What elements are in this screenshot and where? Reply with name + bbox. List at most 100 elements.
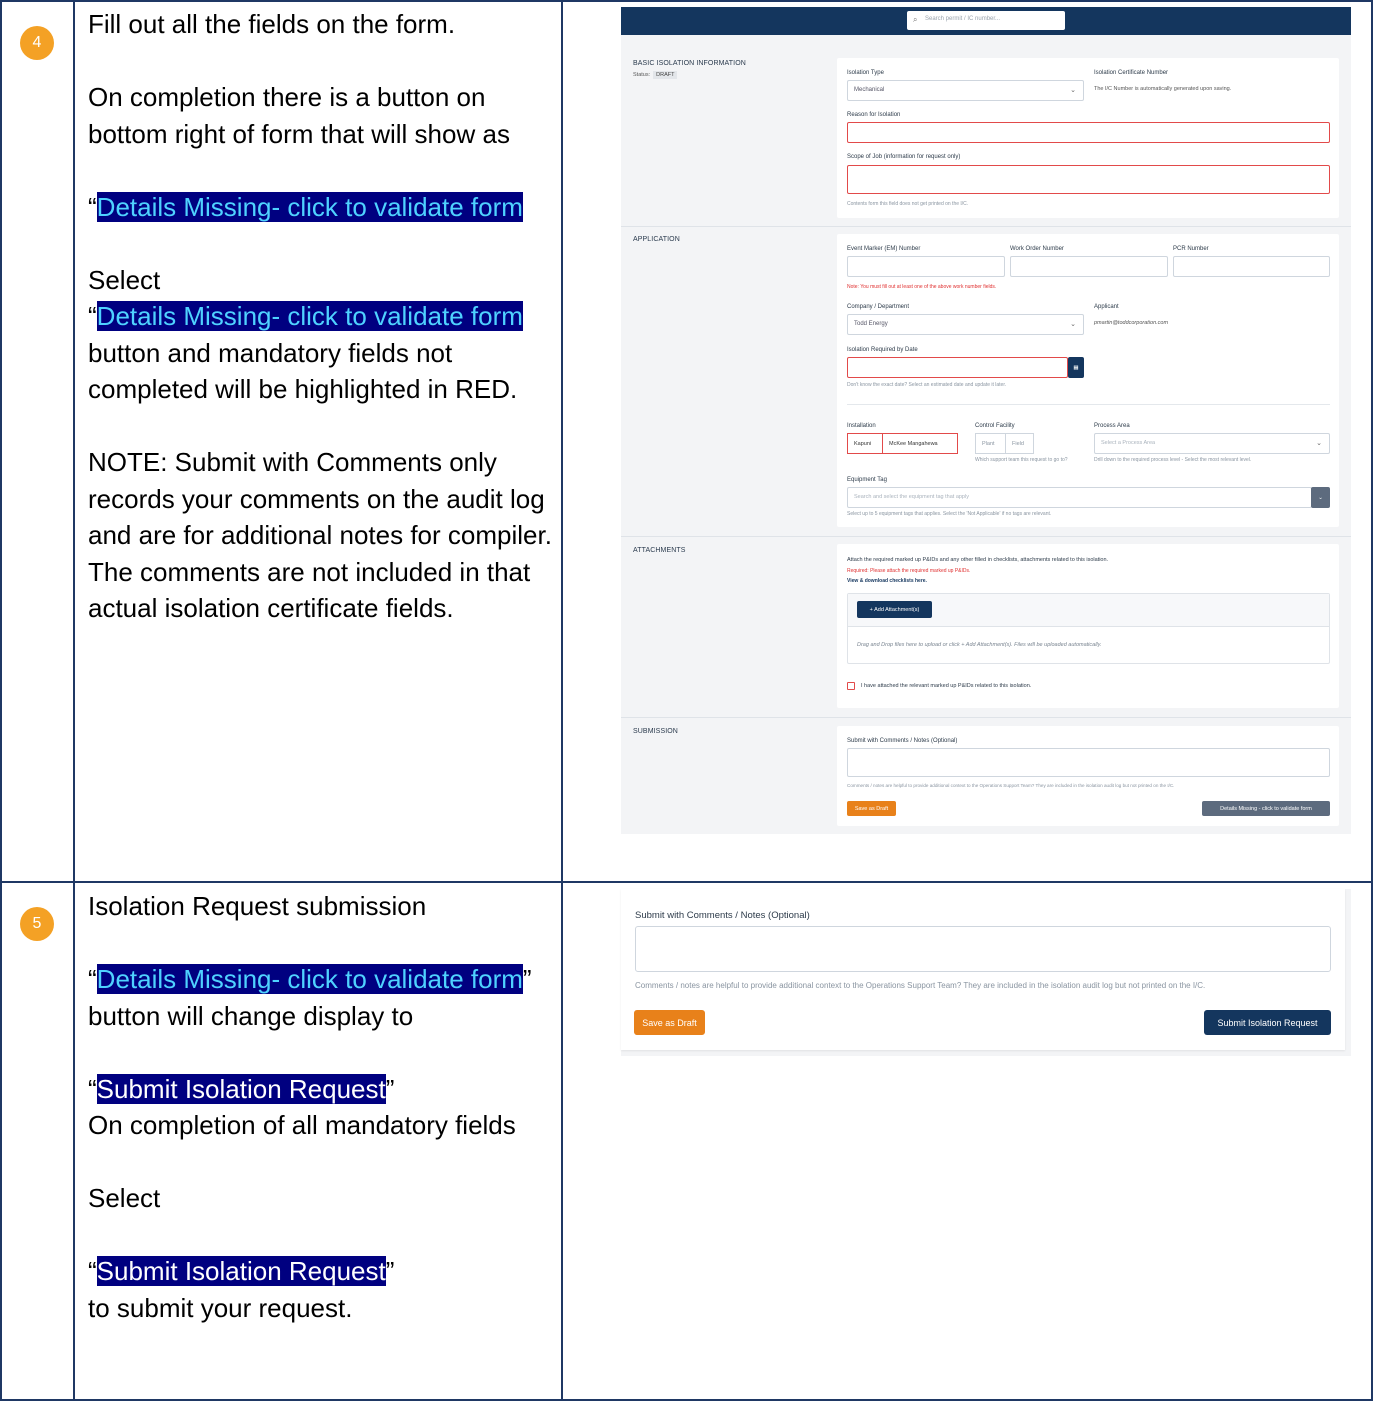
quote-mark: “ xyxy=(88,301,97,331)
equipment-tag-label: Equipment Tag xyxy=(847,477,887,483)
section-divider xyxy=(621,536,1351,537)
company-select[interactable]: Todd Energy ⌄ xyxy=(847,314,1084,335)
control-facility-label: Control Facility xyxy=(975,423,1015,429)
dropzone-hint: Drag and Drop files here to upload or cl… xyxy=(857,642,1102,648)
comments-hint: Comments / notes are helpful to provide … xyxy=(847,783,1175,788)
save-draft-button[interactable]: Save as Draft xyxy=(847,801,896,816)
highlight-paragraph: “Details Missing- click to validate form xyxy=(88,189,558,226)
isolation-type-select[interactable]: Mechanical ⌄ xyxy=(847,80,1084,101)
application-card: Event Marker (EM) Number Work Order Numb… xyxy=(837,234,1339,527)
installation-option-mckee[interactable]: McKee Mangahewa xyxy=(882,433,958,454)
ic-number-label: Isolation Certificate Number xyxy=(1094,70,1169,76)
permit-search-input[interactable]: ⌕ Search permit / IC number... xyxy=(907,11,1065,30)
attachment-confirm-label: I have attached the relevant marked up P… xyxy=(861,683,1032,689)
section-divider xyxy=(621,717,1351,718)
instruction-text: Isolation Request submission xyxy=(88,891,427,921)
attachment-dropzone[interactable]: + Add Attachment(s) Drag and Drop files … xyxy=(847,593,1330,664)
required-date-input[interactable] xyxy=(847,357,1068,378)
control-facility-hint: Which support team this request to go to… xyxy=(975,457,1068,463)
search-icon: ⌕ xyxy=(913,15,918,24)
submission-card: Submit with Comments / Notes (Optional) … xyxy=(621,889,1345,1050)
isolation-form-screenshot: ⌕ Search permit / IC number... BASIC ISO… xyxy=(621,7,1351,834)
instruction-text: button and mandatory fields not complete… xyxy=(88,337,518,405)
process-area-hint: Drill down to the required process level… xyxy=(1094,457,1252,463)
quote-mark: ” xyxy=(522,964,532,994)
work-number-note: Note: You must fill out at least one of … xyxy=(847,284,997,290)
save-draft-button[interactable]: Save as Draft xyxy=(634,1010,705,1035)
quote-mark: “ xyxy=(88,1073,97,1104)
instruction-text: button will change display to xyxy=(88,1000,414,1031)
attachments-card: Attach the required marked up P&IDs and … xyxy=(837,544,1339,708)
installation-option-kapuni[interactable]: Kapuni xyxy=(847,433,883,454)
work-order-input[interactable] xyxy=(1010,256,1168,277)
table-border-col1 xyxy=(73,0,75,1401)
comments-input[interactable] xyxy=(847,748,1330,777)
chevron-down-icon[interactable]: ⌄ xyxy=(1311,487,1330,508)
highlighted-button-text: Submit Isolation Request xyxy=(96,1073,386,1104)
quote-mark: ” xyxy=(385,1256,395,1286)
submission-card: Submit with Comments / Notes (Optional) … xyxy=(837,726,1339,826)
process-area-select[interactable]: Select a Process Area ⌄ xyxy=(1094,433,1330,454)
pcr-number-input[interactable] xyxy=(1173,256,1330,277)
date-hint: Don't know the exact date? Select an est… xyxy=(847,382,1007,388)
comments-label: Submit with Comments / Notes (Optional) xyxy=(635,910,810,921)
quote-mark: “ xyxy=(88,191,97,222)
chevron-down-icon: ⌄ xyxy=(1316,440,1322,447)
process-area-placeholder: Select a Process Area xyxy=(1101,440,1156,446)
note-text: NOTE: Submit with Comments only records … xyxy=(88,447,552,550)
section-title-attachments: ATTACHMENTS xyxy=(633,547,686,554)
basic-info-card: Isolation Type Mechanical ⌄ Isolation Ce… xyxy=(837,58,1339,218)
equipment-tag-input[interactable]: Search and select the equipment tag that… xyxy=(847,487,1312,508)
comments-input[interactable] xyxy=(635,926,1331,972)
instruction-text: to submit your request. xyxy=(88,1292,353,1323)
reason-input[interactable] xyxy=(847,122,1330,143)
highlighted-button-text: Details Missing- click to validate form xyxy=(96,964,523,994)
control-option-plant[interactable]: Plant xyxy=(975,433,1006,454)
company-value: Todd Energy xyxy=(854,321,888,327)
instruction-text: On completion there is a button on botto… xyxy=(88,82,510,149)
control-option-field[interactable]: Field xyxy=(1005,433,1034,454)
details-missing-button[interactable]: Details Missing - click to validate form xyxy=(1202,801,1330,816)
submit-isolation-request-button[interactable]: Submit Isolation Request xyxy=(1204,1010,1331,1035)
highlighted-button-text: Details Missing- click to validate form xyxy=(96,191,523,222)
highlighted-button-text: Submit Isolation Request xyxy=(96,1256,386,1286)
calendar-icon[interactable]: ▦ xyxy=(1068,357,1084,378)
process-area-label: Process Area xyxy=(1094,423,1130,429)
comments-label: Submit with Comments / Notes (Optional) xyxy=(847,738,958,744)
comments-hint: Comments / notes are helpful to provide … xyxy=(635,981,1206,990)
add-attachment-button[interactable]: + Add Attachment(s) xyxy=(857,601,932,618)
section-divider xyxy=(621,226,1351,227)
attachments-intro: Attach the required marked up P&IDs and … xyxy=(847,557,1109,563)
em-number-input[interactable] xyxy=(847,256,1005,277)
em-number-label: Event Marker (EM) Number xyxy=(847,246,921,252)
step-4-instructions: Fill out all the fields on the form. On … xyxy=(88,6,558,627)
instruction-text: Fill out all the fields on the form. xyxy=(88,9,456,39)
reason-label: Reason for Isolation xyxy=(847,112,901,118)
search-placeholder: Search permit / IC number... xyxy=(925,16,1001,22)
section-title-basic: BASIC ISOLATION INFORMATION xyxy=(633,60,746,67)
status-row: Status: DRAFT xyxy=(633,71,678,79)
step-number-badge: 4 xyxy=(20,26,54,60)
option-label: Field xyxy=(1012,440,1024,447)
checklists-link[interactable]: View & download checklists here. xyxy=(847,578,927,584)
table-border-col2 xyxy=(561,0,563,1401)
instruction-text: On completion of all mandatory fields xyxy=(88,1110,516,1140)
table-border-middle xyxy=(0,881,1373,883)
scope-input[interactable] xyxy=(847,165,1330,194)
step-5-instructions: Isolation Request submission “Details Mi… xyxy=(88,888,558,1326)
highlighted-button-text: Details Missing- click to validate form xyxy=(96,301,523,331)
attachments-required-note: Required: Please attach the required mar… xyxy=(847,568,971,574)
option-label: McKee Mangahewa xyxy=(889,440,938,447)
highlight-paragraph: “Details Missing- click to validate form xyxy=(88,298,558,335)
submission-screenshot: Submit with Comments / Notes (Optional) … xyxy=(621,889,1351,1056)
option-label: Kapuni xyxy=(854,440,872,447)
inner-divider xyxy=(847,404,1330,405)
section-title-application: APPLICATION xyxy=(633,236,680,243)
highlight-paragraph: “Submit Isolation Request” xyxy=(88,1071,558,1108)
scope-hint: Contents form this field does not get pr… xyxy=(847,201,969,207)
attachment-confirm-checkbox[interactable] xyxy=(847,682,855,690)
quote-mark: “ xyxy=(88,964,97,994)
applicant-label: Applicant xyxy=(1094,304,1119,310)
table-border-top xyxy=(0,0,1373,2)
instruction-text: Select xyxy=(88,264,161,295)
